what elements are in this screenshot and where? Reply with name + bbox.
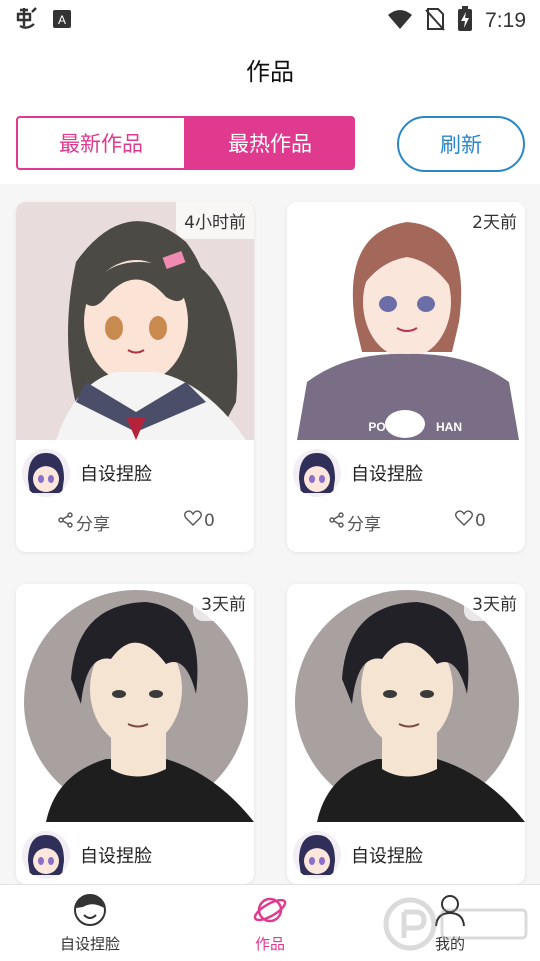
post-time-badge: 3天前	[193, 584, 254, 621]
status-bar: A 7:19	[0, 0, 540, 38]
card-actions: 分享 0	[287, 502, 525, 542]
avatar[interactable]	[293, 449, 341, 497]
work-thumbnail[interactable]: 3天前	[16, 584, 254, 822]
author-name: 自设捏脸	[351, 464, 423, 485]
tab-latest-works[interactable]: 最新作品	[16, 116, 186, 170]
author-info[interactable]: 自设捏脸	[293, 830, 423, 880]
share-icon	[329, 512, 345, 533]
like-button[interactable]: 0	[184, 510, 215, 531]
work-card[interactable]: PO HAN 2天前 自设捏脸 分享 0	[287, 202, 525, 552]
nav-face-editor[interactable]: 自设捏脸	[30, 893, 150, 954]
share-button[interactable]: 分享	[58, 510, 110, 535]
svg-text:A: A	[58, 13, 66, 27]
work-card[interactable]: 3天前 自设捏脸	[16, 584, 254, 884]
work-card[interactable]: 4小时前 自设捏脸 分享 0	[16, 202, 254, 552]
post-time-badge: 4小时前	[176, 202, 254, 239]
tab-hot-works[interactable]: 最热作品	[185, 116, 355, 170]
work-thumbnail[interactable]: 4小时前	[16, 202, 254, 440]
face-icon	[30, 893, 150, 931]
share-icon	[58, 512, 74, 533]
heart-icon	[184, 510, 202, 531]
battery-charging-icon	[457, 6, 473, 36]
status-time: 7:19	[485, 9, 526, 32]
avatar[interactable]	[293, 831, 341, 879]
planet-icon	[210, 893, 330, 931]
avatar[interactable]	[22, 831, 70, 879]
post-time-badge: 3天前	[464, 584, 525, 621]
nav-works[interactable]: 作品	[210, 893, 330, 954]
heart-icon	[455, 510, 473, 531]
like-count: 0	[204, 510, 215, 531]
post-time-badge: 2天前	[464, 202, 525, 239]
watermark-logo	[382, 894, 532, 958]
shirt-print-right: HAN	[436, 420, 462, 434]
like-count: 0	[475, 510, 486, 531]
work-card[interactable]: 3天前 自设捏脸	[287, 584, 525, 884]
share-button[interactable]: 分享	[329, 510, 381, 535]
page-title: 作品	[246, 58, 294, 86]
app-bar: 作品	[0, 38, 540, 100]
a-notification-icon: A	[52, 8, 72, 34]
wifi-icon	[387, 8, 413, 34]
avatar[interactable]	[22, 449, 70, 497]
author-name: 自设捏脸	[80, 464, 152, 485]
shirt-print-left: PO	[368, 420, 385, 434]
work-thumbnail[interactable]: PO HAN 2天前	[287, 202, 525, 440]
author-name: 自设捏脸	[351, 846, 423, 867]
card-actions: 分享 0	[16, 502, 254, 542]
no-sim-icon	[425, 7, 445, 35]
like-button[interactable]: 0	[455, 510, 486, 531]
share-label: 分享	[76, 515, 110, 535]
author-name: 自设捏脸	[80, 846, 152, 867]
refresh-button[interactable]: 刷新	[397, 116, 525, 172]
author-info[interactable]: 自设捏脸	[293, 448, 423, 498]
author-info[interactable]: 自设捏脸	[22, 448, 152, 498]
author-info[interactable]: 自设捏脸	[22, 830, 152, 880]
nav-label: 自设捏脸	[59, 935, 120, 953]
nav-label: 作品	[254, 935, 285, 953]
share-label: 分享	[347, 515, 381, 535]
work-thumbnail[interactable]: 3天前	[287, 584, 525, 822]
filter-bar: 最新作品 最热作品 刷新	[0, 100, 540, 184]
bug-app-icon	[14, 6, 40, 36]
